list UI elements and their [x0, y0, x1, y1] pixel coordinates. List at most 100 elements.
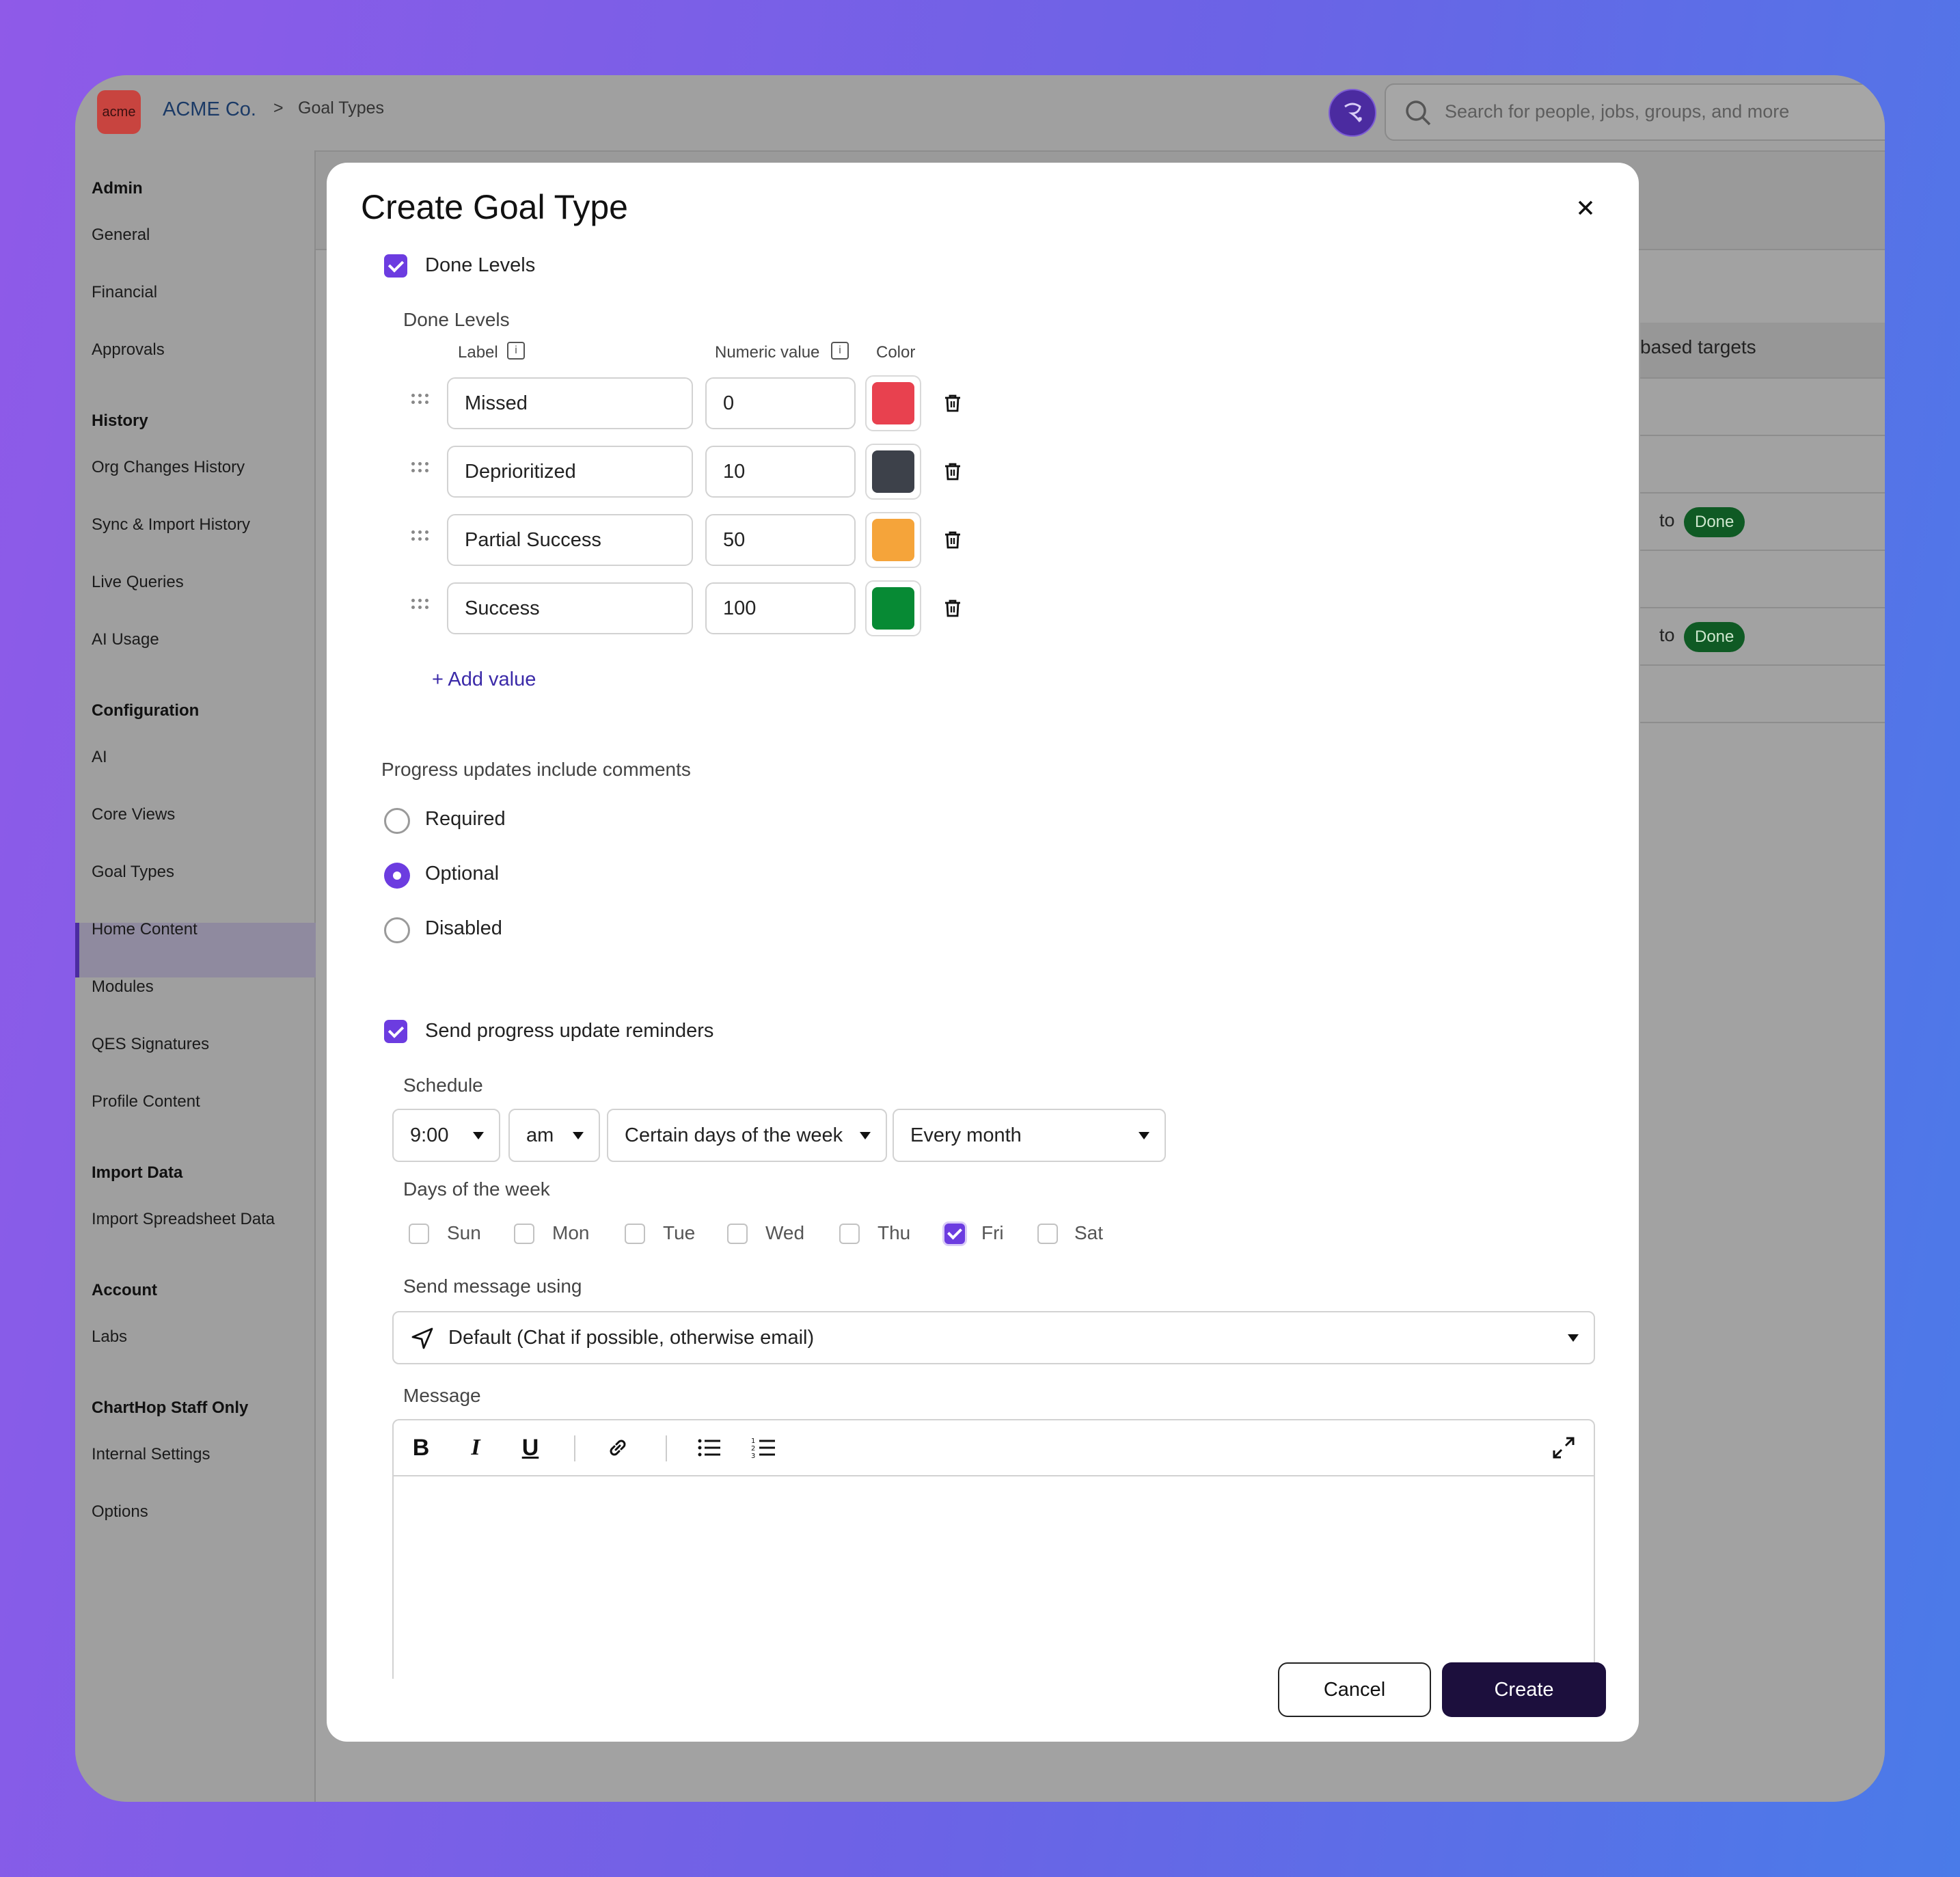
sidebar-item-general[interactable]: General: [92, 226, 150, 245]
background-row1-done-badge: Done: [1684, 507, 1745, 537]
schedule-ampm-select[interactable]: am: [508, 1109, 600, 1162]
radio-required[interactable]: [384, 808, 410, 834]
day-label-sun: Sun: [447, 1222, 481, 1243]
send-reminders-label: Send progress update reminders: [425, 1020, 714, 1042]
sidebar-heading-configuration: Configuration: [92, 701, 200, 720]
background-row-divider: [1640, 722, 1885, 723]
comments-heading: Progress updates include comments: [381, 759, 691, 780]
chevron-down-icon: [1568, 1334, 1579, 1342]
sidebar-item-internal-settings[interactable]: Internal Settings: [92, 1445, 210, 1464]
sidebar-item-ai-usage[interactable]: AI Usage: [92, 630, 159, 649]
level-color-picker[interactable]: [865, 580, 921, 636]
sidebar-item-goal-types[interactable]: Goal Types: [92, 863, 174, 882]
drag-handle-icon[interactable]: [411, 530, 432, 544]
schedule-frequency-select[interactable]: Every month: [893, 1109, 1166, 1162]
add-value-link[interactable]: + Add value: [432, 669, 536, 691]
day-label-mon: Mon: [552, 1222, 590, 1243]
cancel-button[interactable]: Cancel: [1278, 1662, 1431, 1717]
company-logo[interactable]: acme: [97, 90, 141, 134]
expand-icon[interactable]: [1549, 1433, 1579, 1463]
top-bar: acme ACME Co. > Goal Types Search for pe…: [75, 75, 1885, 152]
radio-optional[interactable]: [384, 863, 410, 889]
day-checkbox-tue[interactable]: [625, 1224, 645, 1244]
done-levels-checkbox[interactable]: [384, 254, 407, 278]
background-column-header: based targets: [1640, 336, 1756, 357]
italic-icon[interactable]: I: [461, 1433, 491, 1463]
global-search[interactable]: Search for people, jobs, groups, and mor…: [1385, 83, 1885, 141]
background-row2-done-badge: Done: [1684, 622, 1745, 652]
close-icon[interactable]: [1570, 193, 1601, 223]
color-swatch: [872, 382, 914, 424]
sidebar-item-profile-content[interactable]: Profile Content: [92, 1092, 200, 1111]
bold-icon[interactable]: B: [406, 1433, 436, 1463]
bullet-list-icon[interactable]: [694, 1433, 724, 1463]
schedule-time-select[interactable]: 9:00: [392, 1109, 500, 1162]
underline-icon[interactable]: U: [515, 1433, 545, 1463]
sidebar-item-sync-import-history[interactable]: Sync & Import History: [92, 515, 250, 535]
level-label-input[interactable]: Partial Success: [447, 514, 693, 566]
numbered-list-icon[interactable]: 1 2 3: [749, 1433, 779, 1463]
trash-icon[interactable]: [942, 597, 964, 619]
sidebar-item-modules[interactable]: Modules: [92, 977, 154, 997]
modal-title: Create Goal Type: [361, 188, 628, 226]
level-value-input[interactable]: 50: [705, 514, 856, 566]
day-checkbox-thu[interactable]: [839, 1224, 860, 1244]
sidebar-item-org-changes-history[interactable]: Org Changes History: [92, 458, 245, 477]
level-value-input[interactable]: 100: [705, 582, 856, 634]
sidebar-item-approvals[interactable]: Approvals: [92, 340, 165, 360]
drag-handle-icon[interactable]: [411, 394, 432, 407]
create-button[interactable]: Create: [1442, 1662, 1606, 1717]
background-row-divider: [1640, 550, 1885, 551]
level-color-picker[interactable]: [865, 444, 921, 500]
message-textarea[interactable]: [394, 1476, 1594, 1679]
sidebar-item-ai[interactable]: AI: [92, 748, 107, 767]
message-editor: B I U 1 2 3: [392, 1419, 1595, 1679]
day-checkbox-sat[interactable]: [1037, 1224, 1058, 1244]
sidebar-item-financial[interactable]: Financial: [92, 283, 157, 302]
message-heading: Message: [403, 1385, 481, 1406]
day-checkbox-fri[interactable]: [944, 1224, 965, 1244]
link-icon[interactable]: [603, 1433, 633, 1463]
background-row-divider: [1640, 607, 1885, 608]
numeric-info-icon[interactable]: i: [831, 342, 849, 360]
radio-disabled-label: Disabled: [425, 917, 502, 939]
sidebar-item-import-spreadsheet[interactable]: Import Spreadsheet Data: [92, 1210, 275, 1229]
admin-sidebar: Admin General Financial Approvals Histor…: [75, 150, 318, 1802]
drag-handle-icon[interactable]: [411, 462, 432, 476]
sidebar-item-qes-signatures[interactable]: QES Signatures: [92, 1035, 209, 1054]
day-checkbox-wed[interactable]: [727, 1224, 748, 1244]
day-checkbox-mon[interactable]: [514, 1224, 534, 1244]
level-color-picker[interactable]: [865, 375, 921, 431]
background-row-divider: [1640, 435, 1885, 436]
schedule-mode-select[interactable]: Certain days of the week: [607, 1109, 887, 1162]
drag-handle-icon[interactable]: [411, 599, 432, 612]
schedule-frequency-value: Every month: [910, 1124, 1022, 1146]
level-color-picker[interactable]: [865, 512, 921, 568]
assistant-avatar[interactable]: [1329, 89, 1376, 137]
radio-disabled[interactable]: [384, 917, 410, 943]
level-label-input[interactable]: Missed: [447, 377, 693, 429]
sidebar-item-labs[interactable]: Labs: [92, 1327, 127, 1347]
trash-icon[interactable]: [942, 529, 964, 551]
day-label-fri: Fri: [981, 1222, 1004, 1243]
sidebar-item-core-views[interactable]: Core Views: [92, 805, 175, 824]
toolbar-divider: [574, 1435, 575, 1461]
level-label-input[interactable]: Success: [447, 582, 693, 634]
send-using-select[interactable]: Default (Chat if possible, otherwise ema…: [392, 1311, 1595, 1364]
column-label-header: Label: [458, 343, 498, 362]
label-info-icon[interactable]: i: [507, 342, 525, 360]
sidebar-item-options[interactable]: Options: [92, 1502, 148, 1522]
send-reminders-checkbox[interactable]: [384, 1020, 407, 1043]
day-label-wed: Wed: [765, 1222, 805, 1243]
trash-icon[interactable]: [942, 461, 964, 483]
level-label-input[interactable]: Deprioritized: [447, 446, 693, 498]
level-value-input[interactable]: 10: [705, 446, 856, 498]
breadcrumb-org[interactable]: ACME Co.: [163, 98, 256, 121]
level-value-input[interactable]: 0: [705, 377, 856, 429]
done-levels-checkbox-label: Done Levels: [425, 254, 536, 276]
sidebar-item-home-content[interactable]: Home Content: [92, 920, 198, 939]
sidebar-item-live-queries[interactable]: Live Queries: [92, 573, 184, 592]
search-placeholder: Search for people, jobs, groups, and mor…: [1445, 101, 1790, 122]
trash-icon[interactable]: [942, 392, 964, 414]
day-checkbox-sun[interactable]: [409, 1224, 429, 1244]
